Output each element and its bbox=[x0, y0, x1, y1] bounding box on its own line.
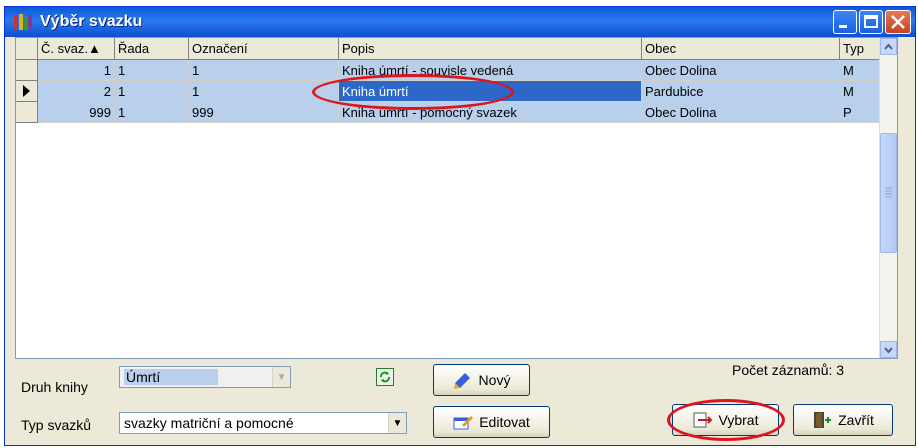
new-button[interactable]: Nový bbox=[433, 364, 530, 396]
row-indicator-header bbox=[16, 38, 38, 60]
title-bar[interactable]: Výběr svazku bbox=[5, 7, 915, 37]
minimize-button[interactable] bbox=[833, 10, 857, 34]
close-button[interactable] bbox=[885, 10, 911, 34]
scroll-up-button[interactable] bbox=[880, 38, 897, 55]
cell-obec[interactable]: Pardubice bbox=[642, 81, 840, 102]
row-indicator[interactable] bbox=[16, 60, 38, 81]
cell-popis[interactable]: Kniha úmrtí - pomocný svazek bbox=[339, 102, 642, 123]
edit-form-icon bbox=[453, 413, 474, 431]
cell-popis-selected[interactable]: Kniha úmrtí bbox=[339, 81, 642, 102]
cell-popis[interactable]: Kniha úmrtí - souvisle vedená bbox=[339, 60, 642, 81]
druh-knihy-label: Druh knihy bbox=[21, 379, 88, 395]
maximize-button[interactable] bbox=[859, 10, 883, 34]
chevron-down-icon[interactable]: ▼ bbox=[388, 413, 406, 433]
door-exit-icon bbox=[812, 411, 832, 429]
cell-cislo[interactable]: 999 bbox=[38, 102, 115, 123]
druh-knihy-value: Úmrtí bbox=[124, 369, 219, 385]
cell-obec[interactable]: Obec Dolina bbox=[642, 102, 840, 123]
cell-obec[interactable]: Obec Dolina bbox=[642, 60, 840, 81]
chevron-down-icon bbox=[884, 347, 893, 354]
window-title: Výběr svazku bbox=[40, 13, 143, 30]
scroll-thumb[interactable] bbox=[880, 133, 897, 253]
column-header-oznaceni[interactable]: Označení bbox=[189, 38, 339, 60]
column-header-typ[interactable]: Typ bbox=[840, 38, 881, 60]
table-row[interactable]: 999 1 999 Kniha úmrtí - pomocný svazek O… bbox=[16, 102, 886, 123]
pencil-icon bbox=[453, 371, 473, 389]
cell-typ[interactable]: P bbox=[840, 102, 881, 123]
chevron-down-icon[interactable]: ▼ bbox=[272, 367, 290, 387]
volumes-grid[interactable]: Č. svaz.▲ Řada Označení Popis Obec Typ 1… bbox=[15, 37, 898, 359]
close-dialog-button[interactable]: Zavřít bbox=[793, 404, 893, 436]
close-dialog-button-label: Zavřít bbox=[838, 412, 874, 428]
column-header-popis[interactable]: Popis bbox=[339, 38, 642, 60]
row-indicator[interactable] bbox=[16, 102, 38, 123]
sort-ascending-icon: ▲ bbox=[87, 41, 101, 56]
cell-oznaceni[interactable]: 1 bbox=[189, 60, 339, 81]
column-header-rada[interactable]: Řada bbox=[115, 38, 189, 60]
bottom-panel: Druh knihy Úmrtí ▼ Nový Počet záznamů: 3… bbox=[5, 359, 915, 445]
table-row-selected[interactable]: 2 1 1 Kniha úmrtí Pardubice M bbox=[16, 81, 886, 102]
cell-oznaceni[interactable]: 999 bbox=[189, 102, 339, 123]
edit-button[interactable]: Editovat bbox=[433, 406, 550, 438]
select-button[interactable]: Vybrat bbox=[672, 404, 779, 436]
column-header-obec[interactable]: Obec bbox=[642, 38, 840, 60]
current-row-arrow-icon bbox=[23, 85, 30, 97]
cell-rada[interactable]: 1 bbox=[115, 102, 189, 123]
cell-rada[interactable]: 1 bbox=[115, 60, 189, 81]
select-button-label: Vybrat bbox=[718, 412, 759, 428]
cell-typ[interactable]: M bbox=[840, 81, 881, 102]
refresh-icon[interactable] bbox=[376, 368, 394, 386]
chevron-up-icon bbox=[884, 43, 893, 50]
dialog-window: Výběr svazku Č. svaz.▲ Řada Označení Pop… bbox=[4, 6, 916, 446]
column-header-cislo[interactable]: Č. svaz.▲ bbox=[38, 38, 115, 60]
column-header-label: Č. svaz. bbox=[41, 41, 88, 56]
books-icon bbox=[13, 13, 33, 31]
cell-rada[interactable]: 1 bbox=[115, 81, 189, 102]
scroll-down-button[interactable] bbox=[880, 341, 897, 358]
vertical-scrollbar[interactable] bbox=[879, 38, 897, 358]
new-button-label: Nový bbox=[478, 372, 511, 388]
typ-svazku-label: Typ svazků bbox=[21, 417, 92, 433]
druh-knihy-select[interactable]: Úmrtí ▼ bbox=[119, 366, 291, 388]
cell-oznaceni[interactable]: 1 bbox=[189, 81, 339, 102]
typ-svazku-value: svazky matriční a pomocné bbox=[124, 415, 294, 431]
record-count: Počet záznamů: 3 bbox=[732, 362, 845, 378]
cell-cislo[interactable]: 2 bbox=[38, 81, 115, 102]
select-arrow-icon bbox=[693, 411, 713, 429]
typ-svazku-select[interactable]: svazky matriční a pomocné ▼ bbox=[119, 412, 407, 434]
cell-typ[interactable]: M bbox=[840, 60, 881, 81]
grip-icon bbox=[885, 187, 892, 198]
row-indicator[interactable] bbox=[16, 81, 38, 102]
cell-cislo[interactable]: 1 bbox=[38, 60, 115, 81]
edit-button-label: Editovat bbox=[479, 414, 530, 430]
table-row[interactable]: 1 1 1 Kniha úmrtí - souvisle vedená Obec… bbox=[16, 60, 886, 81]
